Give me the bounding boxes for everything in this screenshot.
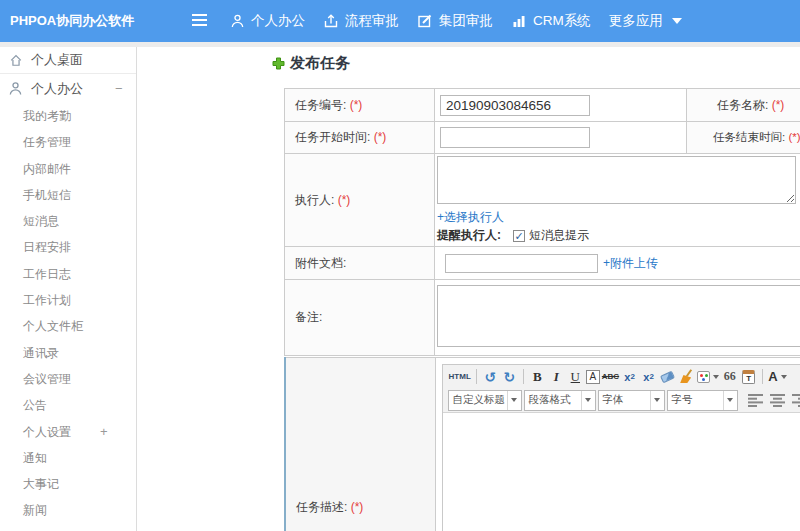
end-time-label: 任务结束时间: (*) [687,122,800,154]
nav-group-approval[interactable]: 集团审批 [417,12,493,30]
main-nav: 个人办公 流程审批 集团审批 CRM系统 更多应用 [230,0,700,42]
sidebar-item[interactable]: 个人文件柜 [0,313,136,339]
sidebar-item[interactable]: 任务管理 [0,129,136,155]
editor-content-area[interactable] [443,413,800,531]
html-source-button[interactable]: HTML [449,367,471,387]
eraser-button[interactable] [659,367,676,387]
home-icon [9,53,23,67]
attachment-input[interactable] [445,254,598,273]
task-number-label: 任务编号: (*) [285,89,435,122]
superscript-button[interactable]: x2 [621,367,638,387]
sidebar-item[interactable]: 日程安排 [0,234,136,260]
italic-button[interactable]: I [548,367,565,387]
paragraph-select[interactable]: 段落格式 [524,390,596,411]
sidebar-item[interactable]: 手机短信 [0,182,136,208]
font-color-button[interactable]: A [768,367,786,387]
sidebar-item-desktop[interactable]: 个人桌面 [0,47,136,74]
topbar: PHPOA协同办公软件 个人办公 流程审批 集团审批 CRM系统 更多应用 [0,0,800,42]
page-title: 发布任务 [272,54,350,73]
sidebar-item[interactable]: 内部邮件 [0,156,136,182]
size-select[interactable]: 字号 [667,390,738,411]
start-time-input[interactable] [440,127,590,148]
nav-personal-office[interactable]: 个人办公 [230,12,305,30]
user-icon [8,81,23,96]
redo-button[interactable]: ↻ [501,367,518,387]
remind-executor-label: 提醒执行人: [437,227,501,244]
underline-button[interactable]: U [567,367,584,387]
color-palette-button[interactable] [697,367,719,387]
executor-label: 执行人: (*) [285,154,435,247]
subscript-button[interactable]: x2 [640,367,657,387]
align-right-icon[interactable] [792,394,800,407]
attachment-label: 附件文档: [285,247,435,280]
sidebar-item-settings[interactable]: 个人设置+ [0,419,136,445]
bar-chart-icon [511,13,527,29]
attachment-upload-link[interactable]: +附件上传 [603,256,658,270]
workflow-approval-icon [323,13,339,29]
task-desc-label-cell: 任务描述: (*) [285,358,435,531]
group-approval-icon [417,13,433,29]
sidebar-item[interactable]: 新闻 [0,497,136,523]
expand-icon[interactable]: + [100,419,108,445]
paste-button[interactable]: T [740,367,757,387]
font-style-button[interactable]: A [586,370,600,384]
rich-text-editor: HTML ↺ ↻ B I U A ABC x2 x2 [435,358,800,531]
user-icon [230,13,245,29]
sidebar-item[interactable]: 短消息 [0,208,136,234]
app-logo: PHPOA协同办公软件 [10,0,134,42]
task-name-label: 任务名称: (*) [687,89,800,122]
caret-down-icon [672,18,682,24]
collapse-icon[interactable]: − [115,81,123,96]
sms-tip-checkbox[interactable]: ✓ [513,230,525,242]
align-left-icon[interactable] [748,394,763,407]
sidebar-menu: 我的考勤 任务管理 内部邮件 手机短信 短消息 日程安排 工作日志 工作计划 个… [0,103,136,524]
undo-button[interactable]: ↺ [482,367,499,387]
task-desc-table: 任务描述: (*) HTML ↺ ↻ B I U A ABC [284,357,800,531]
nav-workflow-approval[interactable]: 流程审批 [323,12,399,30]
task-number-input[interactable] [440,95,590,116]
font-select[interactable]: 字体 [598,390,665,411]
sidebar-item[interactable]: 工作计划 [0,287,136,313]
heading-select[interactable]: 自定义标题 [448,390,522,411]
choose-executor-link[interactable]: +选择执行人 [437,210,504,224]
sidebar-group-personal-office[interactable]: 个人办公 − [0,74,136,103]
sidebar: 个人桌面 个人办公 − 我的考勤 任务管理 内部邮件 手机短信 短消息 日程安排… [0,47,137,531]
task-form-table: 任务编号: (*) 任务名称: (*) 任务开始时间: (*) 任务结束时间: … [284,88,800,356]
sidebar-item[interactable]: 公告 [0,392,136,418]
sidebar-item[interactable]: 通讯录 [0,340,136,366]
sidebar-item[interactable]: 会议管理 [0,366,136,392]
sidebar-item[interactable]: 工作日志 [0,261,136,287]
nav-more-apps[interactable]: 更多应用 [609,12,682,30]
bold-button[interactable]: B [529,367,546,387]
blockquote-button[interactable]: 66 [721,367,738,387]
sidebar-item[interactable]: 通知 [0,445,136,471]
remark-label: 备注: [285,280,435,356]
format-brush-button[interactable] [678,367,695,387]
add-icon [272,57,285,70]
remark-textarea[interactable] [437,285,800,347]
start-time-label: 任务开始时间: (*) [285,122,435,154]
menu-toggle-icon[interactable] [192,14,207,29]
editor-toolbar: HTML ↺ ↻ B I U A ABC x2 x2 [443,365,800,413]
sms-tip-label: 短消息提示 [529,227,589,244]
strikethrough-button[interactable]: ABC [602,367,619,387]
executor-textarea[interactable] [437,156,796,204]
align-center-icon[interactable] [770,394,785,407]
nav-crm[interactable]: CRM系统 [511,12,591,30]
sidebar-item[interactable]: 我的考勤 [0,103,136,129]
sidebar-item[interactable]: 大事记 [0,471,136,497]
